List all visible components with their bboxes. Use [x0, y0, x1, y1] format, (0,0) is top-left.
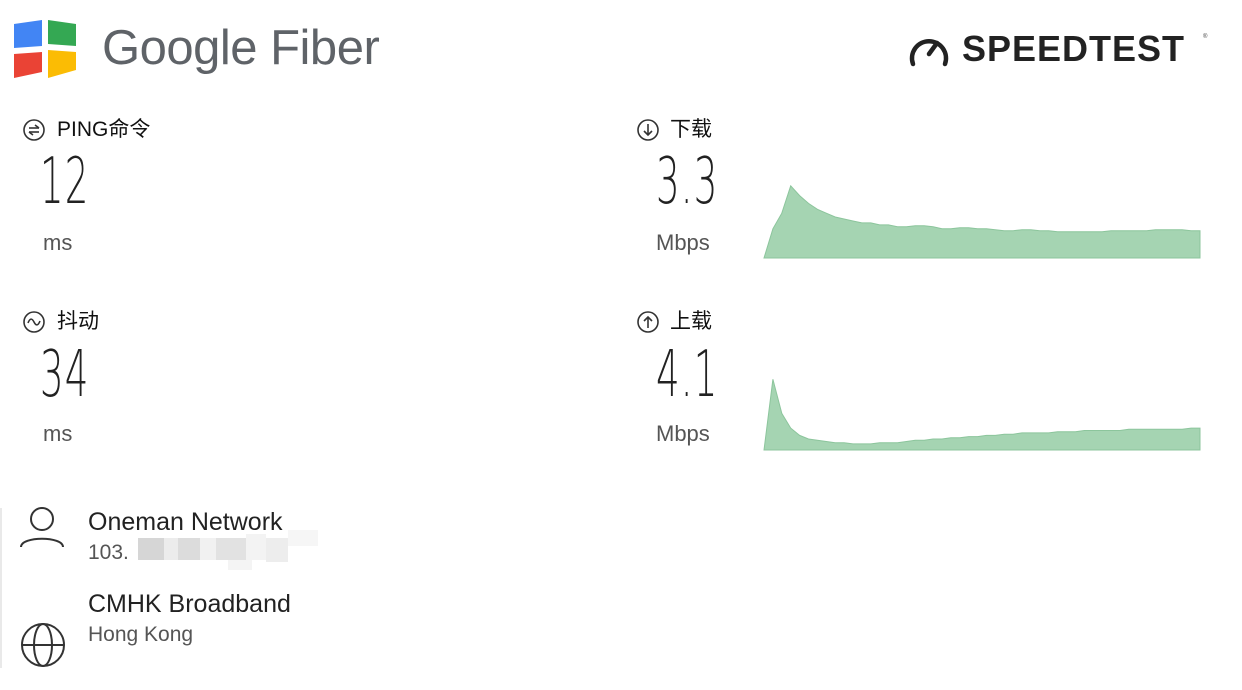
ping-value: 12	[40, 145, 90, 219]
server-location: Hong Kong	[88, 623, 194, 646]
speedtest-logo-text: SPEEDTEST	[962, 28, 1186, 69]
download-chart	[763, 184, 1201, 259]
upload-unit: Mbps	[656, 421, 710, 446]
jitter-value: 34	[40, 338, 90, 412]
jitter-unit: ms	[43, 421, 73, 446]
client-ip: 103.	[88, 541, 129, 564]
registered-mark: ®	[1203, 34, 1208, 40]
server-name: CMHK Broadband	[88, 590, 291, 618]
person-icon	[20, 507, 64, 548]
upload-label: 上载	[670, 310, 712, 333]
download-value: 3.3	[656, 145, 719, 219]
speedometer-icon	[909, 39, 949, 67]
download-label: 下载	[670, 118, 712, 141]
ip-redaction-mosaic	[138, 530, 318, 570]
ping-label: PING命令	[57, 118, 151, 141]
download-unit: Mbps	[656, 230, 710, 255]
ping-unit: ms	[43, 230, 73, 255]
google-fiber-logo-icon	[14, 20, 76, 78]
download-series-area	[763, 184, 1201, 259]
upload-series-area	[763, 379, 1201, 451]
jitter-label: 抖动	[57, 310, 99, 333]
upload-chart	[763, 379, 1201, 451]
globe-icon	[21, 623, 65, 667]
ping-icon	[23, 119, 45, 141]
brand-name: Google Fiber	[102, 21, 380, 75]
jitter-icon	[23, 311, 45, 333]
upload-value: 4.1	[656, 338, 719, 412]
info-divider	[0, 508, 2, 668]
download-arrow-icon	[637, 119, 659, 141]
upload-arrow-icon	[637, 311, 659, 333]
